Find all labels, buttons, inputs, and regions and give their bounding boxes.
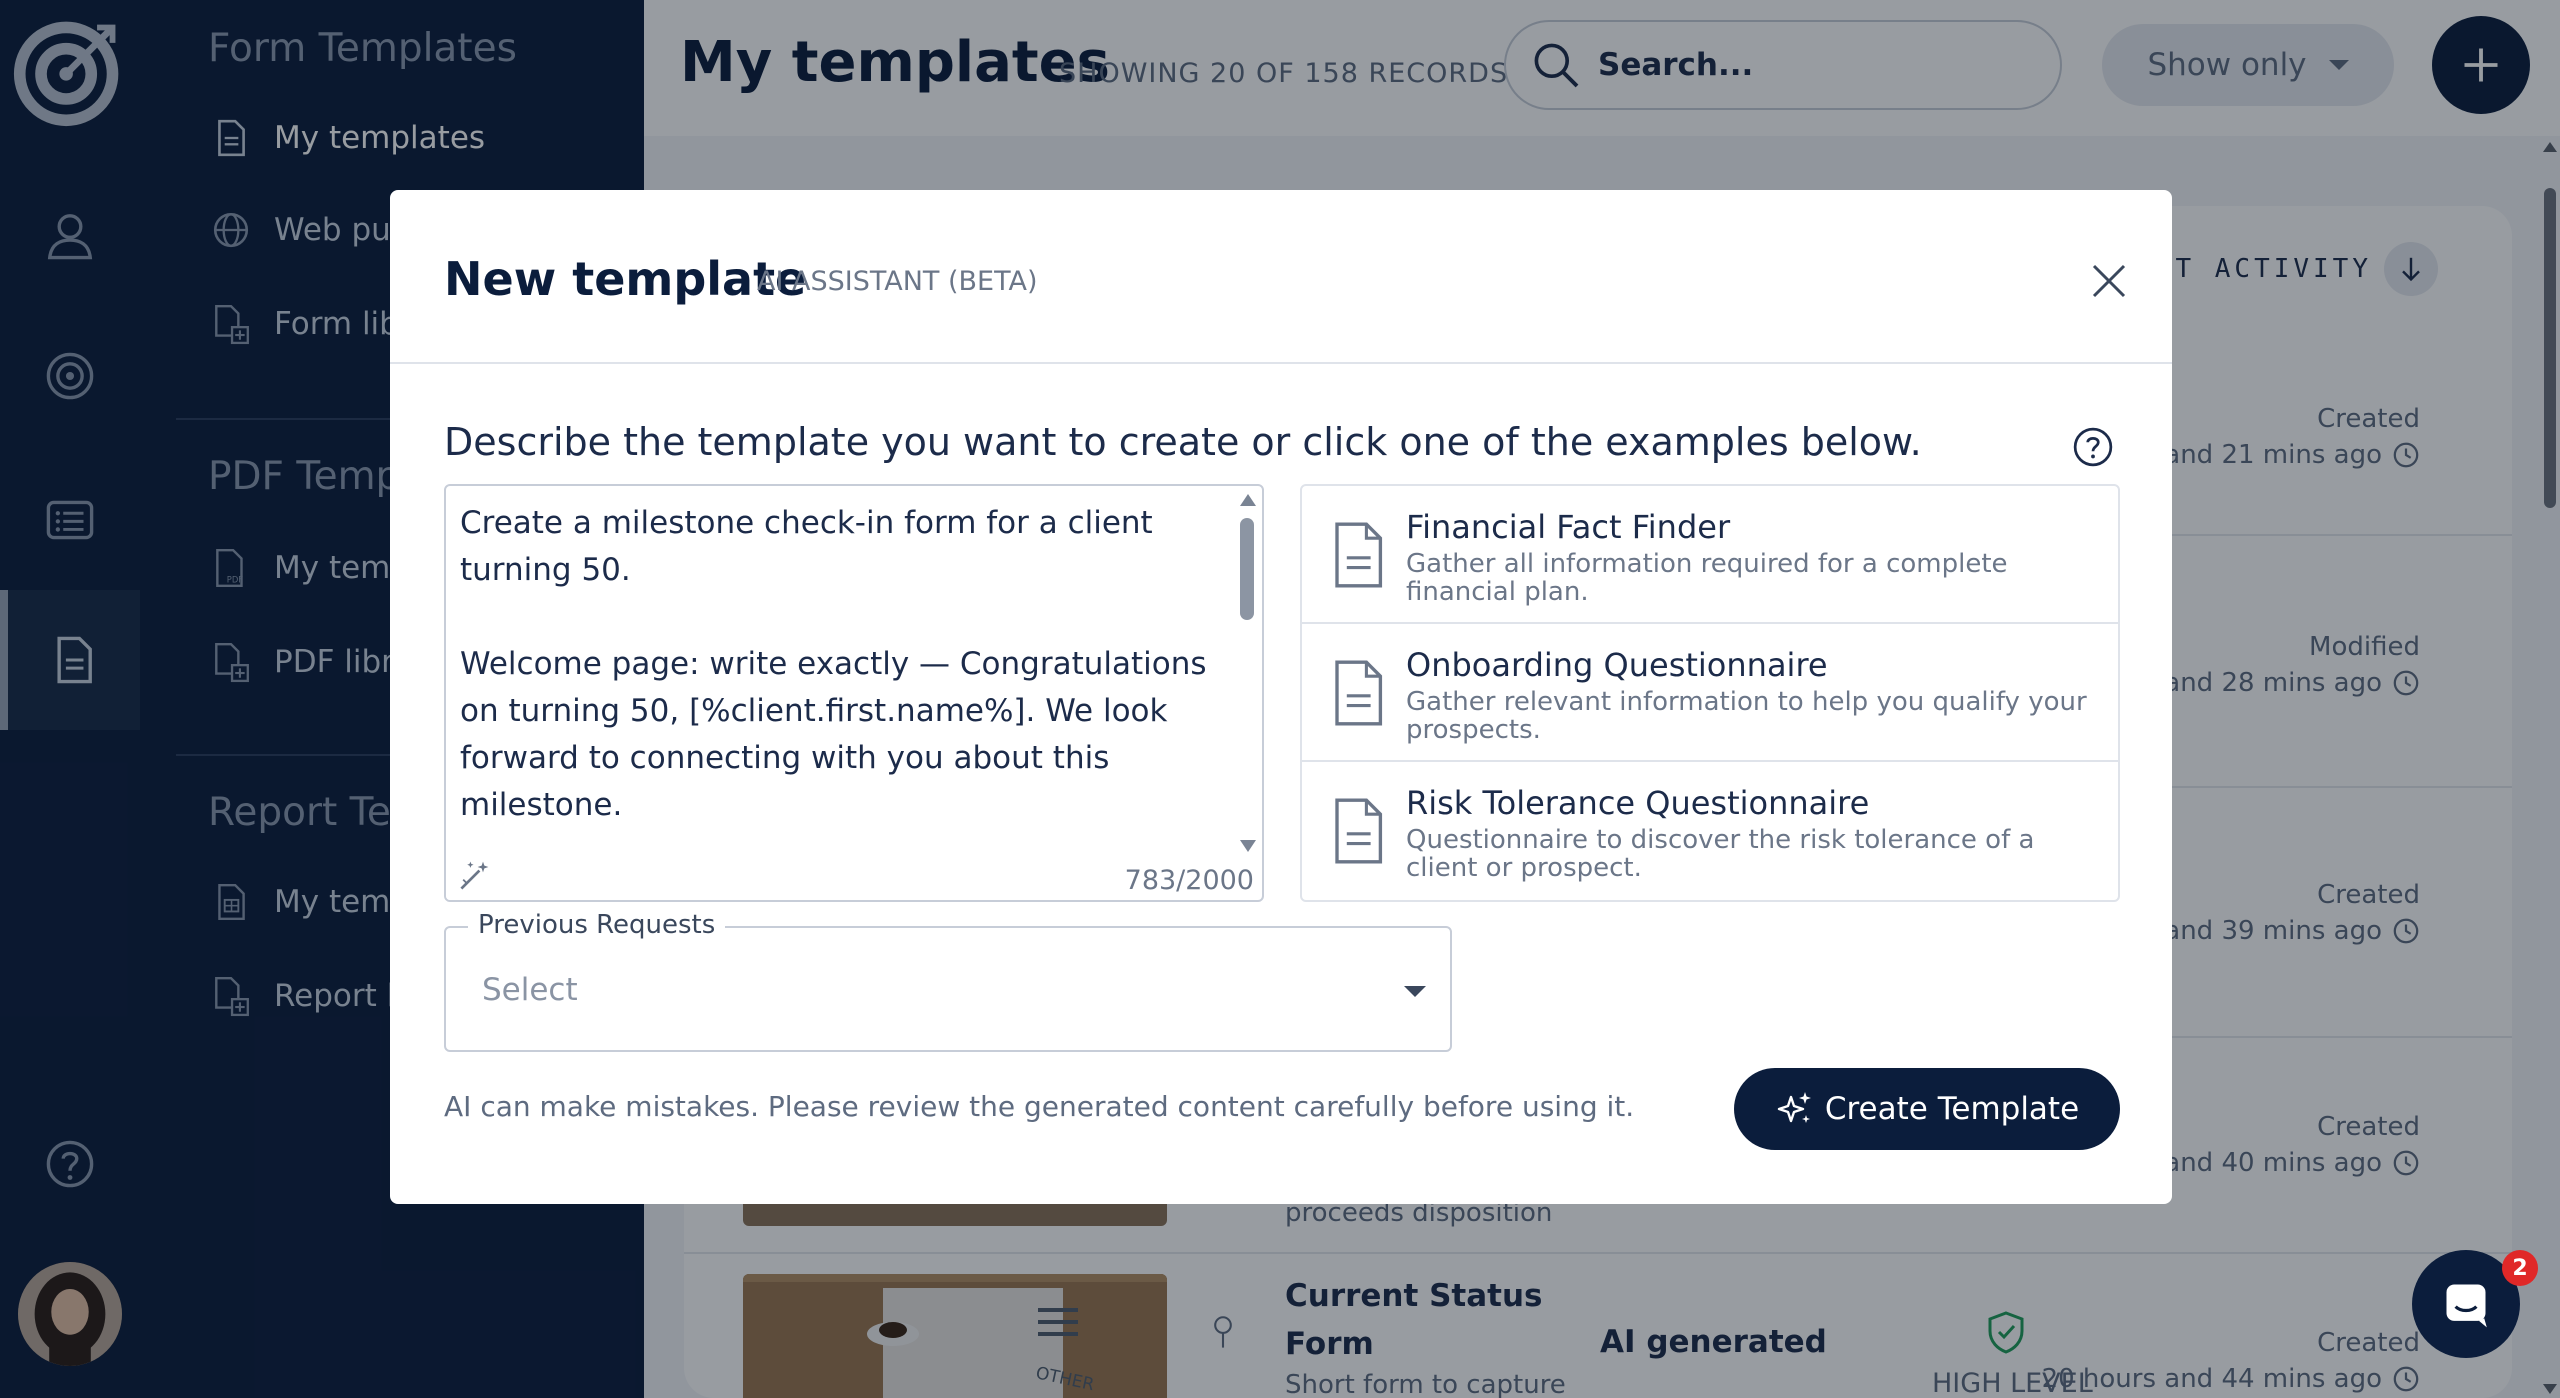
document-icon xyxy=(1335,522,1383,588)
magic-wand-icon[interactable] xyxy=(456,858,492,894)
character-count: 783/2000 xyxy=(1118,865,1254,896)
previous-requests-value: Select xyxy=(482,972,578,1008)
new-template-dialog: New template AI ASSISTANT (BETA) Describ… xyxy=(390,190,2172,1204)
document-icon xyxy=(1335,660,1383,726)
example-risk-tolerance-questionnaire[interactable]: Risk Tolerance Questionnaire Questionnai… xyxy=(1302,762,2118,900)
example-onboarding-questionnaire[interactable]: Onboarding Questionnaire Gather relevant… xyxy=(1302,624,2118,762)
caret-down-icon xyxy=(1404,986,1426,997)
close-icon xyxy=(2092,264,2126,298)
dialog-title: New template xyxy=(444,252,807,306)
help-icon[interactable] xyxy=(2072,426,2114,468)
example-title: Risk Tolerance Questionnaire xyxy=(1406,784,1870,822)
scrollbar-thumb[interactable] xyxy=(1240,518,1254,620)
ai-disclaimer: AI can make mistakes. Please review the … xyxy=(444,1090,1635,1123)
notification-badge: 2 xyxy=(2502,1250,2538,1286)
textarea-footer xyxy=(446,848,1236,900)
textarea-scrollbar[interactable] xyxy=(1236,492,1258,876)
document-icon xyxy=(1335,798,1383,864)
create-template-label: Create Template xyxy=(1824,1091,2080,1127)
scroll-up-arrow[interactable] xyxy=(1240,494,1256,506)
example-description: Gather all information required for a co… xyxy=(1406,549,2008,607)
dialog-subtitle: AI ASSISTANT (BETA) xyxy=(757,266,1038,297)
previous-requests-select[interactable]: Previous Requests Select xyxy=(444,910,1452,1052)
sparkle-icon xyxy=(1777,1092,1811,1123)
example-financial-fact-finder[interactable]: Financial Fact Finder Gather all informa… xyxy=(1302,486,2118,624)
example-title: Financial Fact Finder xyxy=(1406,508,1731,546)
scroll-down-arrow[interactable] xyxy=(1240,840,1256,852)
create-template-button[interactable]: Create Template xyxy=(1734,1068,2120,1150)
example-templates-list: Financial Fact Finder Gather all informa… xyxy=(1300,484,2120,902)
dialog-header: New template AI ASSISTANT (BETA) xyxy=(390,190,2172,364)
instruction-text: Describe the template you want to create… xyxy=(444,420,1922,464)
chat-icon xyxy=(2446,1284,2487,1328)
template-description-textarea[interactable]: Create a milestone check-in form for a c… xyxy=(444,484,1264,902)
example-title: Onboarding Questionnaire xyxy=(1406,646,1828,684)
textarea-value: Create a milestone check-in form for a c… xyxy=(460,505,1207,900)
previous-requests-label: Previous Requests xyxy=(468,910,726,940)
example-description: Gather relevant information to help you … xyxy=(1406,687,2087,745)
example-description: Questionnaire to discover the risk toler… xyxy=(1406,825,2035,883)
close-button[interactable] xyxy=(2074,246,2144,316)
